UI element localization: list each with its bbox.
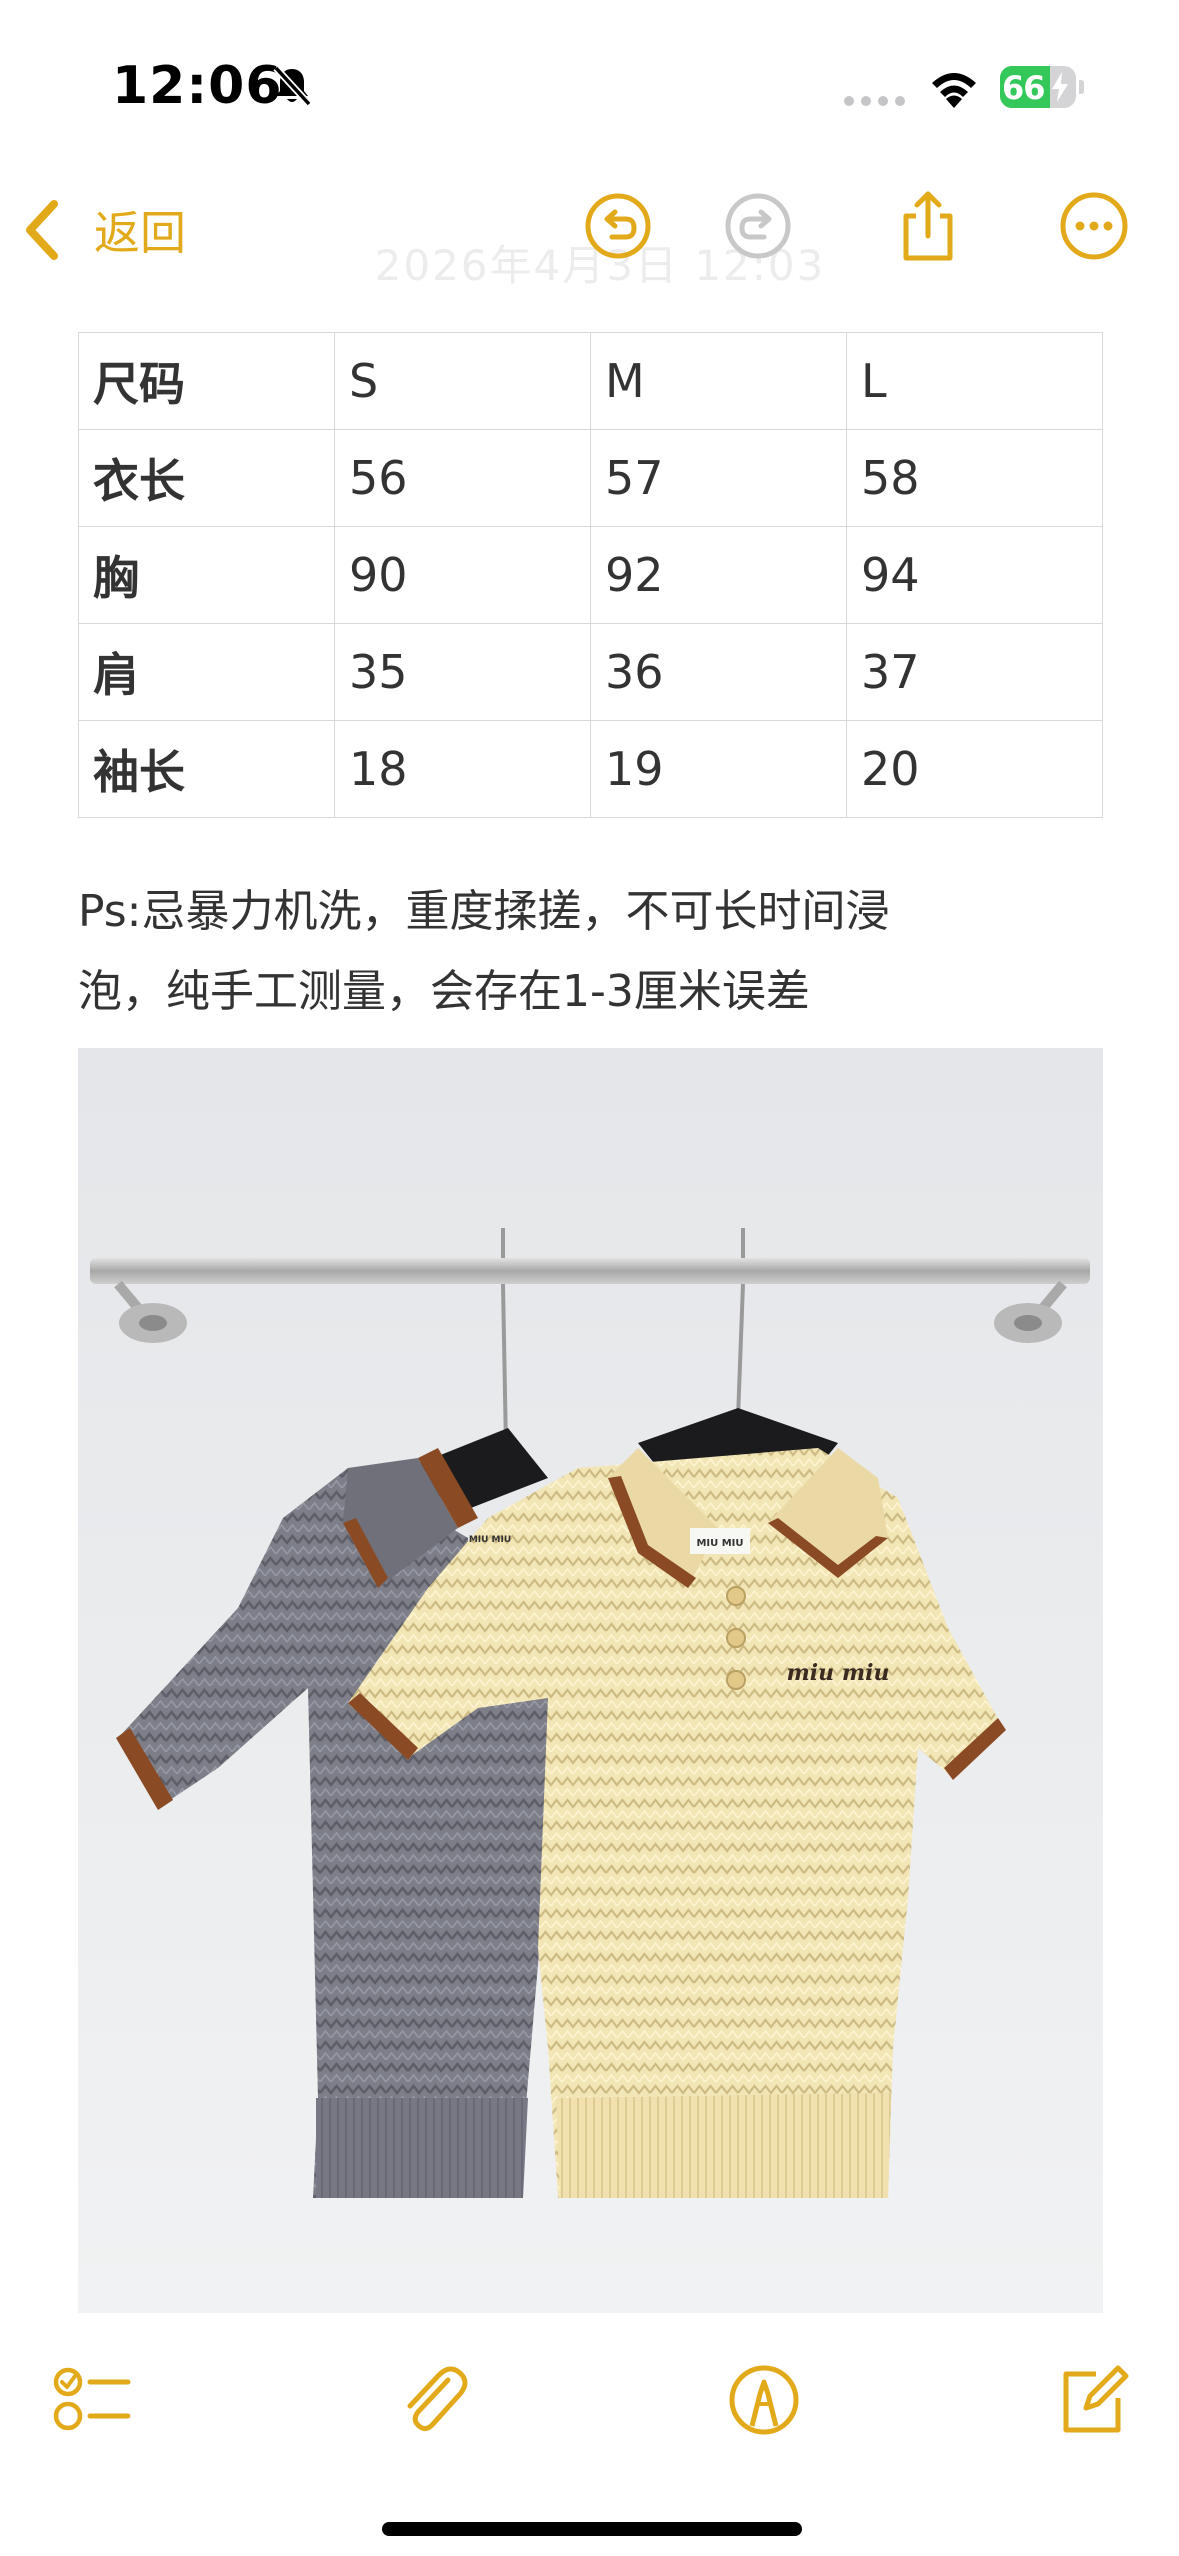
care-note[interactable]: Ps:忌暴力机洗，重度揉搓，不可长时间浸 泡，纯手工测量，会存在1-3厘米误差 — [78, 872, 1108, 1032]
table-cell: 肩 — [78, 623, 335, 721]
product-photo[interactable]: MIU MIU miu miu MIU MIU — [78, 1048, 1103, 2313]
table-cell: 35 — [334, 623, 591, 721]
table-cell: 20 — [846, 720, 1103, 818]
table-cell: 袖长 — [78, 720, 335, 818]
table-cell: 56 — [334, 429, 591, 527]
battery-indicator: 66 — [1000, 66, 1084, 108]
care-note-line: 泡，纯手工测量，会存在1-3厘米误差 — [78, 966, 810, 1017]
brand-logo-text: miu miu — [787, 1660, 890, 1686]
compose-icon — [1063, 2365, 1129, 2433]
checklist-icon — [53, 2367, 131, 2431]
attach-button[interactable] — [392, 2360, 472, 2440]
table-header-cell: L — [846, 332, 1103, 430]
undo-button[interactable] — [580, 188, 656, 264]
bottom-toolbar — [0, 2340, 1179, 2460]
table-cell: 92 — [590, 526, 847, 624]
table-row: 肩 35 36 37 — [78, 623, 1103, 721]
share-icon — [903, 191, 953, 261]
status-bar: 12:06 66 — [0, 0, 1179, 150]
undo-icon — [585, 193, 651, 259]
table-cell: 90 — [334, 526, 591, 624]
home-indicator[interactable] — [382, 2522, 802, 2536]
polo-shirts-image: MIU MIU miu miu MIU MIU — [78, 1048, 1103, 2313]
redo-button[interactable] — [720, 188, 796, 264]
markup-button[interactable] — [724, 2360, 804, 2440]
checklist-button[interactable] — [52, 2360, 132, 2440]
back-label: 返回 — [94, 206, 186, 260]
bell-slash-icon — [273, 65, 312, 107]
bolt-icon — [1052, 72, 1068, 102]
table-cell: 57 — [590, 429, 847, 527]
redo-icon — [725, 193, 791, 259]
more-button[interactable] — [1056, 188, 1132, 264]
table-header-cell: M — [590, 332, 847, 430]
table-header-cell: 尺码 — [78, 332, 335, 430]
table-cell: 58 — [846, 429, 1103, 527]
back-button[interactable]: 返回 — [22, 190, 186, 270]
care-note-line: Ps:忌暴力机洗，重度揉搓，不可长时间浸 — [78, 886, 890, 937]
table-cell: 胸 — [78, 526, 335, 624]
table-cell: 36 — [590, 623, 847, 721]
chevron-left-icon — [26, 200, 58, 260]
table-header-cell: S — [334, 332, 591, 430]
table-cell: 37 — [846, 623, 1103, 721]
table-cell: 18 — [334, 720, 591, 818]
table-row: 袖长 18 19 20 — [78, 720, 1103, 818]
compose-button[interactable] — [1052, 2360, 1132, 2440]
table-cell: 19 — [590, 720, 847, 818]
neck-label-text: MIU MIU — [469, 1535, 511, 1545]
neck-label-text: MIU MIU — [696, 1538, 743, 1549]
table-header-row: 尺码 S M L — [78, 332, 1103, 430]
size-table: 尺码 S M L 衣长 56 57 58 胸 90 92 94 肩 35 36 … — [78, 332, 1103, 818]
table-row: 衣长 56 57 58 — [78, 429, 1103, 527]
share-button[interactable] — [890, 188, 966, 264]
signal-icon — [844, 96, 905, 106]
status-time: 12:06 — [112, 56, 283, 116]
markup-icon — [729, 2365, 799, 2435]
table-cell: 衣长 — [78, 429, 335, 527]
nav-bar: 2026年4月3日 12:03 返回 — [0, 170, 1179, 290]
battery-level-text: 66 — [1002, 69, 1046, 107]
wifi-icon — [932, 73, 976, 108]
paperclip-icon — [407, 2366, 468, 2432]
table-cell: 94 — [846, 526, 1103, 624]
table-row: 胸 90 92 94 — [78, 526, 1103, 624]
more-icon — [1060, 192, 1128, 260]
